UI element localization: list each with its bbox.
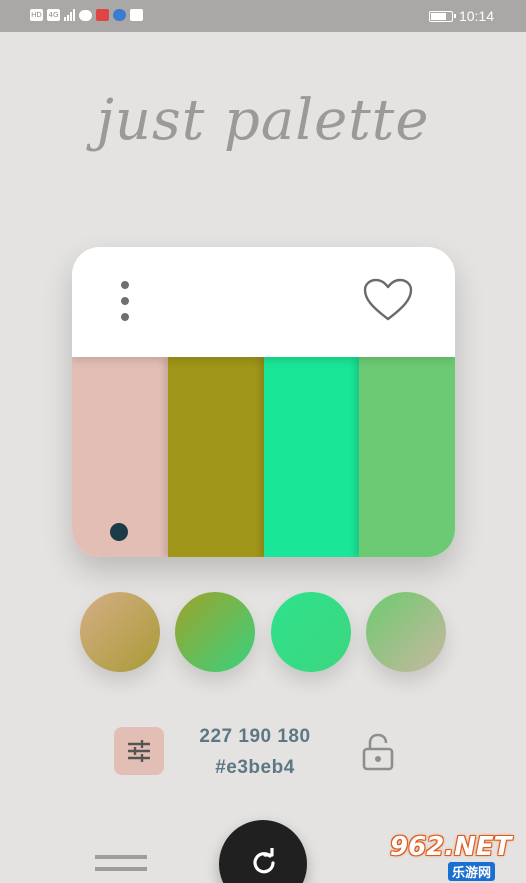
- swatch-3[interactable]: [263, 357, 360, 557]
- signal-icon: [64, 9, 75, 21]
- network-badge: 4G: [47, 9, 60, 21]
- rgb-value[interactable]: 227 190 180: [180, 726, 330, 748]
- swatch-2[interactable]: [167, 357, 264, 557]
- refresh-palette-button[interactable]: [219, 820, 307, 883]
- more-options-icon[interactable]: [116, 281, 134, 321]
- refresh-icon: [253, 848, 275, 874]
- palette-card: [72, 247, 455, 557]
- palette-card-header: [72, 247, 455, 357]
- hd-badge: HD: [30, 9, 43, 21]
- app-title: just palette: [96, 88, 430, 153]
- menu-line: [95, 867, 147, 871]
- clock: 10:14: [458, 8, 494, 24]
- status-icons-left: HD 4G: [30, 9, 143, 21]
- gradient-circle-4[interactable]: [365, 592, 446, 672]
- selected-indicator-dot: [110, 523, 128, 541]
- favorite-heart-icon[interactable]: [362, 277, 414, 323]
- app-notification-icon: [96, 9, 109, 21]
- site-watermark: 962.NET 乐游网: [390, 832, 520, 881]
- status-icons-right: 10:14: [428, 8, 494, 24]
- app-screen: HD 4G 10:14 just palette 227 190 180 #e3…: [0, 0, 526, 883]
- watermark-subtitle: 乐游网: [448, 862, 496, 881]
- unlocked-padlock-icon[interactable]: [362, 733, 394, 771]
- chat-notification-icon: [79, 9, 92, 21]
- palette-swatches: [72, 357, 455, 557]
- gradient-circles: [80, 592, 446, 672]
- message-notification-icon: [130, 9, 143, 21]
- hex-value[interactable]: #e3beb4: [180, 757, 330, 779]
- gradient-circle-2[interactable]: [175, 592, 256, 672]
- gradient-circle-3[interactable]: [270, 592, 351, 672]
- menu-button[interactable]: [95, 855, 147, 877]
- adjust-color-button[interactable]: [114, 727, 164, 775]
- browser-notification-icon: [113, 9, 126, 21]
- status-bar: HD 4G 10:14: [0, 0, 526, 32]
- swatch-4[interactable]: [359, 357, 455, 557]
- swatch-1[interactable]: [72, 357, 168, 557]
- menu-line: [95, 855, 147, 859]
- battery-icon: [428, 10, 456, 22]
- gradient-circle-1[interactable]: [80, 592, 160, 672]
- watermark-logo: 962.NET: [390, 832, 512, 862]
- sliders-icon: [128, 740, 150, 762]
